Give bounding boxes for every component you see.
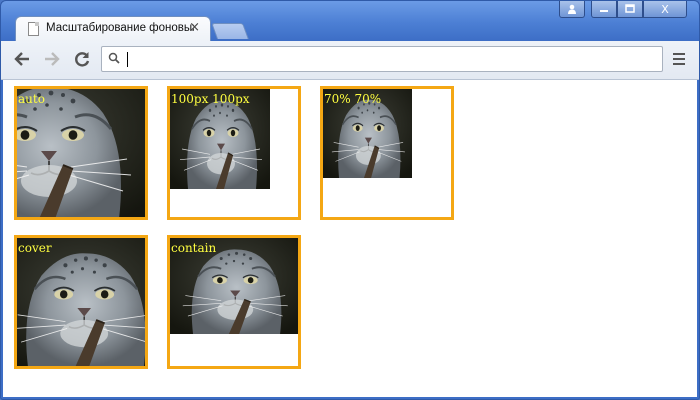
reload-icon	[75, 52, 90, 67]
example-auto: auto	[14, 86, 148, 220]
example-label: 70% 70%	[324, 92, 382, 106]
maximize-icon	[625, 4, 635, 13]
menu-button[interactable]	[673, 53, 685, 68]
new-tab-button[interactable]	[211, 23, 249, 39]
example-label: contain	[171, 241, 217, 255]
example-label: 100px 100px	[171, 92, 250, 106]
example-label: auto	[18, 92, 45, 106]
address-bar[interactable]	[101, 46, 663, 72]
close-tab-icon[interactable]: ×	[189, 20, 200, 35]
menu-icon-bar	[673, 63, 685, 65]
page-content: auto 100px 100px 70% 70% cover contain	[3, 80, 697, 397]
menu-icon-bar	[673, 58, 685, 60]
example-100px: 100px 100px	[167, 86, 301, 220]
example-label: cover	[18, 241, 52, 255]
minimize-button[interactable]	[591, 1, 617, 18]
forward-button[interactable]	[41, 49, 63, 71]
minimize-icon	[600, 10, 608, 12]
browser-toolbar	[1, 41, 699, 80]
cat-photo	[17, 238, 145, 366]
example-70-percent: 70% 70%	[320, 86, 454, 220]
maximize-button[interactable]	[617, 1, 643, 18]
close-window-button[interactable]: X	[643, 1, 687, 18]
arrow-left-icon	[14, 52, 29, 66]
tab-title: Масштабирование фоновых	[46, 22, 194, 34]
close-icon: X	[661, 2, 669, 16]
window-controls: X	[559, 1, 687, 20]
user-icon	[568, 4, 576, 14]
arrow-right-icon	[45, 52, 60, 66]
profile-button[interactable]	[559, 1, 585, 18]
browser-tab[interactable]: Масштабирование фоновых ×	[15, 16, 211, 42]
browser-window: Масштабирование фоновых × X auto 100px 1…	[0, 0, 700, 400]
example-contain: contain	[167, 235, 301, 369]
title-bar: Масштабирование фоновых × X	[1, 1, 699, 42]
text-caret	[127, 52, 128, 67]
reload-button[interactable]	[71, 49, 93, 71]
search-icon	[108, 52, 120, 64]
menu-icon-bar	[673, 53, 685, 55]
page-icon	[28, 22, 39, 36]
address-input[interactable]	[126, 50, 646, 68]
back-button[interactable]	[11, 49, 33, 71]
example-cover: cover	[14, 235, 148, 369]
